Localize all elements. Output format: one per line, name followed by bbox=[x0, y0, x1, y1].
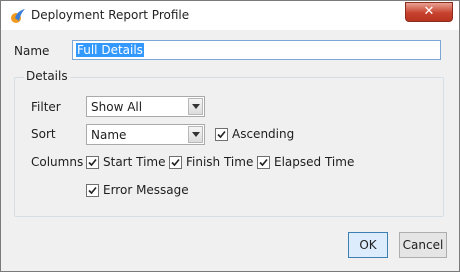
dialog-body: Name Full Details Details Filter Show Al… bbox=[1, 30, 459, 271]
details-group bbox=[14, 77, 444, 217]
filter-label: Filter bbox=[31, 100, 61, 114]
error-message-label: Error Message bbox=[103, 183, 189, 197]
filter-dropdown[interactable]: Show All bbox=[86, 96, 205, 117]
cancel-button[interactable]: Cancel bbox=[399, 232, 447, 258]
ascending-checkbox-box[interactable] bbox=[215, 128, 228, 141]
start-time-label: Start Time bbox=[103, 155, 166, 169]
finish-time-label: Finish Time bbox=[186, 155, 254, 169]
details-legend: Details bbox=[24, 69, 70, 83]
name-label: Name bbox=[14, 44, 50, 58]
columns-label: Columns bbox=[31, 155, 84, 169]
sort-dropdown-arrow[interactable] bbox=[188, 126, 203, 143]
close-button[interactable]: ✕ bbox=[405, 2, 453, 22]
window-title: Deployment Report Profile bbox=[31, 8, 190, 22]
close-icon: ✕ bbox=[423, 4, 435, 19]
start-time-checkbox-box[interactable] bbox=[86, 156, 99, 169]
checkmark-icon bbox=[88, 186, 97, 195]
name-field[interactable]: Full Details bbox=[72, 40, 441, 60]
title-bar[interactable]: Deployment Report Profile ✕ bbox=[1, 1, 459, 30]
filter-value: Show All bbox=[91, 100, 143, 114]
checkmark-icon bbox=[171, 158, 180, 167]
chevron-down-icon bbox=[192, 104, 200, 109]
checkmark-icon bbox=[259, 158, 268, 167]
dialog-window: Deployment Report Profile ✕ Name Full De… bbox=[0, 0, 460, 272]
ascending-label: Ascending bbox=[232, 127, 295, 141]
ok-button[interactable]: OK bbox=[348, 232, 388, 258]
checkmark-icon bbox=[217, 130, 226, 139]
app-logo-icon bbox=[11, 9, 25, 23]
finish-time-checkbox-box[interactable] bbox=[169, 156, 182, 169]
elapsed-time-label: Elapsed Time bbox=[274, 155, 355, 169]
sort-dropdown[interactable]: Name bbox=[86, 124, 205, 145]
name-field-value: Full Details bbox=[76, 43, 144, 57]
sort-value: Name bbox=[91, 128, 127, 142]
sort-label: Sort bbox=[31, 127, 56, 141]
checkmark-icon bbox=[88, 158, 97, 167]
filter-dropdown-arrow[interactable] bbox=[188, 98, 203, 115]
elapsed-time-checkbox-box[interactable] bbox=[257, 156, 270, 169]
chevron-down-icon bbox=[192, 132, 200, 137]
error-message-checkbox-box[interactable] bbox=[86, 184, 99, 197]
